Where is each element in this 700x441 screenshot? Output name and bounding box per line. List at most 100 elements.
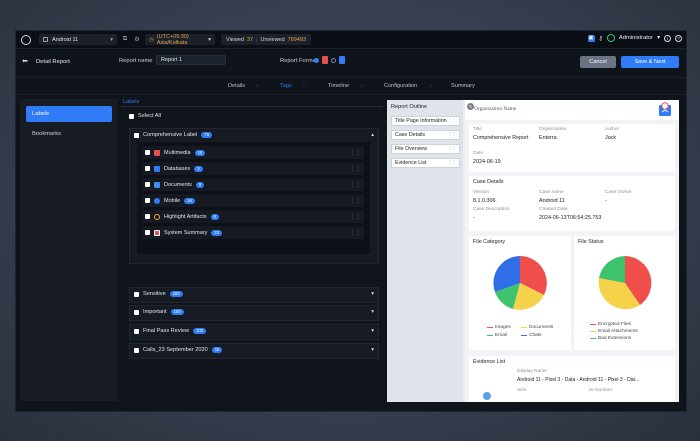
- format-radio-icon[interactable]: [331, 57, 336, 63]
- drag-handle-icon[interactable]: ⋮⋮: [447, 131, 457, 140]
- filter-icon[interactable]: ▣: [587, 34, 595, 42]
- group-header[interactable]: Important 100: [134, 309, 184, 315]
- drag-handle-icon[interactable]: ⋮⋮: [350, 197, 361, 204]
- case-name-key: Case name: [539, 190, 564, 195]
- group-header[interactable]: Comprehensive Label 76: [134, 132, 213, 138]
- checkbox[interactable]: [134, 328, 139, 334]
- sublabel-name: Databases: [164, 165, 191, 172]
- case-details-card: Case Details Version 8.1.0.306 Case name…: [469, 176, 675, 231]
- tab-tags[interactable]: Tags: [280, 83, 292, 89]
- checkbox[interactable]: [134, 291, 139, 297]
- group-header[interactable]: Calls_23 September 2020 15: [134, 347, 223, 353]
- checkbox[interactable]: [129, 113, 134, 119]
- legend-swatch: [521, 334, 527, 337]
- info-icon[interactable]: i: [664, 34, 671, 42]
- user-name[interactable]: Administrator: [619, 35, 653, 41]
- drag-handle-icon[interactable]: ⋮⋮: [350, 229, 361, 236]
- count-badge: 9: [195, 181, 205, 188]
- list-item[interactable]: Databases 3 ⋮⋮: [142, 162, 364, 175]
- label-group-sensitive[interactable]: Sensitive 100 ▾: [129, 287, 379, 303]
- settings-icon[interactable]: ⚙: [133, 36, 141, 44]
- app-logo-icon[interactable]: [21, 34, 31, 45]
- group-header[interactable]: Final Pass Review 100: [134, 328, 207, 334]
- copy-icon[interactable]: ⧉: [121, 36, 129, 44]
- legend-swatch: [590, 337, 596, 340]
- list-item[interactable]: Documents 9 ⋮⋮: [142, 178, 364, 191]
- list-item[interactable]: Multimedia 15 ⋮⋮: [142, 146, 364, 159]
- chevron-down-icon[interactable]: ▾: [371, 291, 374, 297]
- count-badge: 16: [184, 197, 195, 204]
- device-icon: [43, 37, 48, 42]
- drag-handle-icon[interactable]: ⋮⋮: [350, 165, 361, 172]
- checkbox[interactable]: [145, 214, 150, 219]
- title-card: Title Comprehensive Report Organization …: [469, 124, 675, 172]
- checkbox[interactable]: [145, 166, 150, 171]
- group-name: Important: [143, 309, 167, 315]
- evidence-device-icon: [483, 392, 491, 400]
- drag-handle-icon[interactable]: ⋮⋮: [350, 213, 361, 220]
- checkbox[interactable]: [145, 182, 150, 187]
- group-name: Sensitive: [143, 291, 166, 297]
- nav-labels[interactable]: Labels: [26, 106, 112, 122]
- chevron-down-icon[interactable]: ▾: [657, 35, 660, 41]
- nav-bookmarks[interactable]: Bookmarks: [26, 126, 112, 142]
- outline-item[interactable]: Evidence List ⋮⋮: [391, 158, 460, 168]
- created-key: Created Date: [539, 207, 568, 212]
- key-icon[interactable]: ⚷: [599, 35, 603, 42]
- drag-handle-icon[interactable]: ⋮⋮: [350, 149, 361, 156]
- format-radio-icon[interactable]: [314, 57, 319, 63]
- report-format-options: [314, 56, 345, 64]
- legend-swatch: [521, 326, 527, 329]
- drag-handle-icon[interactable]: ⋮⋮: [350, 181, 361, 188]
- sublabel-name: System Summary: [164, 229, 208, 236]
- checkbox[interactable]: [134, 347, 139, 353]
- pdf-icon[interactable]: [322, 56, 328, 64]
- outline-item-label: File Overview: [395, 146, 428, 152]
- outline-item[interactable]: Title Page Information ⋮⋮: [391, 116, 460, 126]
- drag-handle-icon[interactable]: ⋮⋮: [447, 159, 457, 168]
- timezone-selector[interactable]: ◷ (UTC+05:30) Asia/Kolkata ▾: [145, 34, 215, 46]
- outline-title: Report Outline: [391, 104, 428, 110]
- chevron-down-icon: ▾: [208, 36, 211, 43]
- report-name-label: Report name: [119, 58, 153, 64]
- chevron-down-icon[interactable]: ▾: [371, 347, 374, 353]
- chevron-up-icon[interactable]: ▴: [371, 132, 374, 138]
- drag-handle-icon[interactable]: ⋮⋮: [447, 145, 457, 154]
- chevron-down-icon[interactable]: ▾: [371, 309, 374, 315]
- user-avatar[interactable]: [606, 34, 615, 42]
- label-group-final-pass[interactable]: Final Pass Review 100 ▾: [129, 324, 379, 340]
- label-group-important[interactable]: Important 100 ▾: [129, 305, 379, 321]
- list-item[interactable]: Highlight Artifacts 8 ⋮⋮: [142, 210, 364, 223]
- list-item[interactable]: System Summary 23 ⋮⋮: [142, 226, 364, 239]
- save-next-button[interactable]: Save & Next: [621, 56, 679, 68]
- drag-handle-icon[interactable]: ⋮⋮: [447, 117, 457, 126]
- outline-item[interactable]: Case Details ⋮⋮: [391, 130, 460, 140]
- list-item[interactable]: Mobile 16 ⋮⋮: [142, 194, 364, 207]
- group-header[interactable]: Sensitive 100: [134, 291, 183, 297]
- tab-summary[interactable]: Summary: [451, 83, 475, 89]
- cancel-button[interactable]: Cancel: [580, 56, 616, 68]
- checkbox[interactable]: [134, 132, 139, 138]
- tab-configuration[interactable]: Configuration: [384, 83, 417, 89]
- multimedia-icon: [154, 149, 160, 156]
- device-selector[interactable]: Android 11 ▾: [39, 34, 117, 45]
- checkbox[interactable]: [145, 230, 150, 235]
- doc-icon[interactable]: [339, 56, 345, 64]
- case-desc-key: Case Description: [473, 207, 510, 212]
- checkbox[interactable]: [134, 309, 139, 315]
- chevron-down-icon[interactable]: ▾: [371, 328, 374, 334]
- labels-panel: Labels Select All Comprehensive Label 76…: [121, 97, 383, 403]
- report-name-input[interactable]: Report 1: [156, 55, 226, 65]
- select-all-row[interactable]: Select All: [129, 113, 161, 119]
- tab-details[interactable]: Details: [228, 83, 245, 89]
- legend-label: Chats: [529, 333, 542, 338]
- author-value: Jack: [605, 135, 617, 141]
- label-group-calls[interactable]: Calls_23 September 2020 15 ▾: [129, 343, 379, 359]
- help-icon[interactable]: ?: [675, 34, 682, 42]
- back-arrow-icon[interactable]: ⬅: [22, 58, 29, 65]
- legend-swatch: [487, 334, 493, 337]
- tab-timeline[interactable]: Timeline: [328, 83, 349, 89]
- outline-item[interactable]: File Overview ⋮⋮: [391, 144, 460, 154]
- checkbox[interactable]: [145, 150, 150, 155]
- checkbox[interactable]: [145, 198, 150, 203]
